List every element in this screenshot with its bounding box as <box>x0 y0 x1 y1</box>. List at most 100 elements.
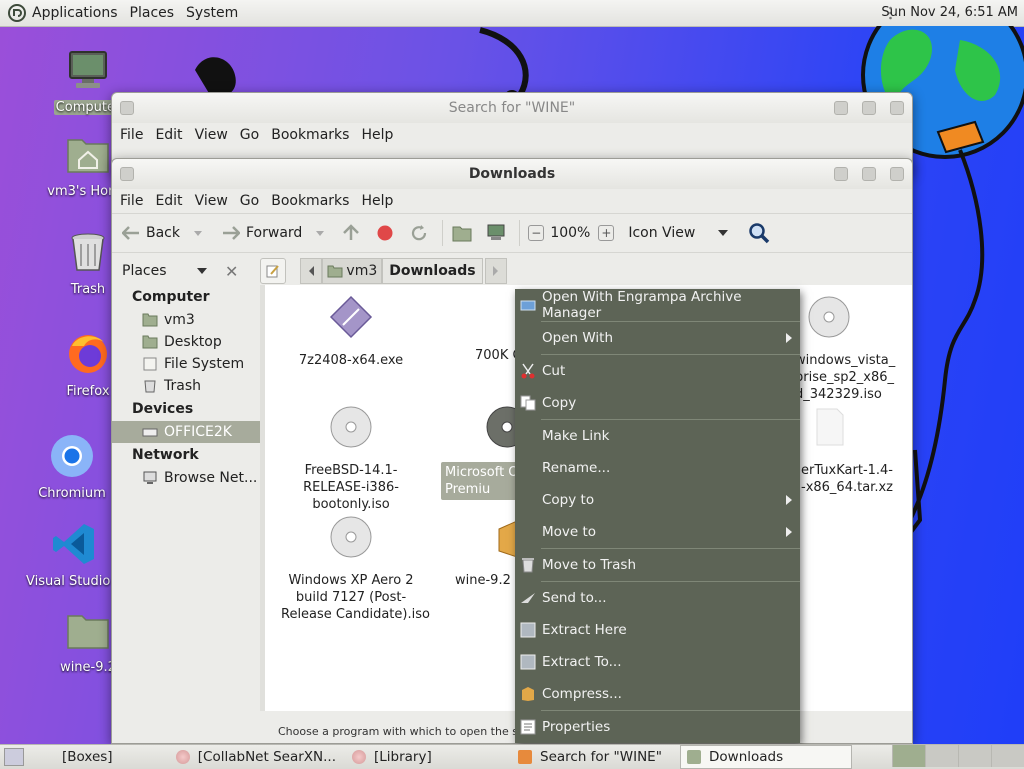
menu-item-extract-here[interactable]: Extract Here <box>515 614 800 646</box>
file-item[interactable]: Windows XP Aero 2 build 7127 (Post- Rele… <box>281 515 430 623</box>
blank-icon <box>520 524 536 540</box>
menu-item-open-with-engrampa[interactable]: Open With Engrampa Archive Manager <box>515 289 800 321</box>
view-mode-value: Icon View <box>628 225 696 241</box>
search-button[interactable] <box>748 222 774 244</box>
menu-view[interactable]: View <box>189 193 234 209</box>
sidebar-item-label: Browse Net... <box>164 470 258 486</box>
search-window-menubar: File Edit View Go Bookmarks Help <box>112 123 912 147</box>
menu-bookmarks[interactable]: Bookmarks <box>265 127 355 143</box>
maximize-button[interactable] <box>862 167 876 181</box>
menu-view[interactable]: View <box>189 127 234 143</box>
back-history-chevron-icon[interactable] <box>194 230 202 236</box>
menu-item-extract-to[interactable]: Extract To... <box>515 646 800 678</box>
edit-location-button[interactable] <box>260 258 287 284</box>
computer-icon <box>485 222 507 244</box>
context-menu: Open With Engrampa Archive Manager Open … <box>515 289 800 743</box>
sidebar-selector-label[interactable]: Places <box>122 263 197 279</box>
clock[interactable]: Sun Nov 24, 6:51 AM <box>881 5 1018 20</box>
menu-item-make-link[interactable]: Make Link <box>515 420 800 452</box>
zoom-out-button[interactable]: − <box>528 225 548 241</box>
menu-help[interactable]: Help <box>355 127 399 143</box>
menu-help[interactable]: Help <box>355 193 399 209</box>
mate-logo-icon[interactable] <box>8 4 26 22</box>
menu-edit[interactable]: Edit <box>149 127 188 143</box>
view-mode-select[interactable]: Icon View <box>628 225 729 241</box>
menu-item-send-to[interactable]: Send to... <box>515 582 800 614</box>
sidebar-selector-chevron-icon[interactable] <box>197 268 207 274</box>
sidebar-item-browse-network[interactable]: Browse Net... <box>112 467 260 489</box>
menu-item-compress[interactable]: Compress... <box>515 678 800 710</box>
taskbar-item-collabnet[interactable]: [CollabNet SearXN... <box>170 746 342 768</box>
maximize-button[interactable] <box>862 101 876 115</box>
menu-edit[interactable]: Edit <box>149 193 188 209</box>
menu-file[interactable]: File <box>114 127 149 143</box>
search-icon <box>748 222 770 244</box>
file-item[interactable]: 7z2408-x64.exe <box>281 295 421 369</box>
file-item[interactable]: windows_vista_ prise_sp2_x86_ d_342329.i… <box>795 295 915 403</box>
file-item[interactable]: FreeBSD-14.1- RELEASE-i386- bootonly.iso <box>281 405 421 513</box>
sidebar-item-label: OFFICE2K <box>164 424 232 440</box>
home-button[interactable] <box>451 222 477 244</box>
zoom-in-button[interactable]: + <box>598 225 618 241</box>
back-button[interactable]: Back <box>120 222 202 244</box>
workspace-switcher[interactable] <box>892 745 1024 769</box>
sidebar-header-devices: Devices <box>132 401 194 417</box>
taskbar-item-search-wine[interactable]: Search for "WINE" <box>512 746 676 768</box>
minimize-button[interactable] <box>834 167 848 181</box>
workspace-2[interactable] <box>925 745 958 767</box>
menu-item-cut[interactable]: Cut <box>515 355 800 387</box>
menu-go[interactable]: Go <box>234 193 265 209</box>
system-menu[interactable]: System <box>180 5 244 21</box>
forward-history-chevron-icon[interactable] <box>316 230 325 236</box>
breadcrumb-vm3[interactable]: vm3 <box>322 258 383 284</box>
taskbar-item-downloads[interactable]: Downloads <box>680 745 852 769</box>
menu-item-move-to-trash[interactable]: Move to Trash <box>515 549 800 581</box>
menu-file[interactable]: File <box>114 193 149 209</box>
menu-bookmarks[interactable]: Bookmarks <box>265 193 355 209</box>
desktop-icon-vscode[interactable]: Visual Studio Code <box>26 520 148 589</box>
search-window-titlebar[interactable]: Search for "WINE" <box>112 93 912 123</box>
menu-go[interactable]: Go <box>234 127 265 143</box>
menu-item-label: Cut <box>542 363 566 379</box>
breadcrumb-left-button[interactable] <box>300 258 323 284</box>
disc-icon <box>330 406 372 448</box>
forward-button[interactable]: Forward <box>220 222 325 244</box>
taskbar-item-library[interactable]: [Library] <box>346 746 508 768</box>
zoom-level[interactable]: 100% <box>550 225 590 241</box>
close-sidebar-icon[interactable]: ✕ <box>225 262 238 281</box>
breadcrumb-downloads[interactable]: Downloads <box>382 258 483 284</box>
menu-item-properties[interactable]: Properties <box>515 711 800 743</box>
desktop-icon-chromium[interactable]: Chromium <box>24 432 120 501</box>
downloads-window-titlebar[interactable]: Downloads <box>112 159 912 189</box>
workspace-3[interactable] <box>958 745 991 767</box>
sidebar-item-file-system[interactable]: File System <box>112 353 260 375</box>
file-item-selected[interactable]: Microsoft O Premiu <box>441 405 528 500</box>
menu-item-move-to[interactable]: Move to <box>515 516 800 548</box>
file-item[interactable]: erTuxKart-1.4- -x86_64.tar.xz <box>801 405 913 496</box>
workspace-4[interactable] <box>991 745 1024 767</box>
close-button[interactable] <box>890 101 904 115</box>
menu-item-open-with[interactable]: Open With <box>515 322 800 354</box>
breadcrumb-right-button[interactable] <box>484 258 507 284</box>
pencil-icon <box>266 265 280 278</box>
sidebar-item-trash[interactable]: Trash <box>112 375 260 397</box>
reload-button[interactable] <box>408 222 434 244</box>
menu-item-copy[interactable]: Copy <box>515 387 800 419</box>
computer-button[interactable] <box>485 222 511 244</box>
sidebar-item-desktop[interactable]: Desktop <box>112 331 260 353</box>
applications-menu[interactable]: Applications <box>26 5 124 21</box>
places-menu[interactable]: Places <box>124 5 181 21</box>
extract-icon <box>520 654 536 670</box>
back-arrow-icon <box>120 222 142 244</box>
minimize-button[interactable] <box>834 101 848 115</box>
taskbar-item-boxes[interactable]: [Boxes] <box>34 746 166 768</box>
show-desktop-button[interactable] <box>4 748 24 766</box>
stop-button[interactable] <box>374 222 400 244</box>
sidebar-item-vm3[interactable]: vm3 <box>112 309 260 331</box>
sidebar-item-office2k[interactable]: OFFICE2K <box>112 421 260 443</box>
menu-item-rename[interactable]: Rename... <box>515 452 800 484</box>
menu-item-copy-to[interactable]: Copy to <box>515 484 800 516</box>
close-button[interactable] <box>890 167 904 181</box>
workspace-1[interactable] <box>892 745 925 767</box>
up-button[interactable] <box>340 222 366 244</box>
